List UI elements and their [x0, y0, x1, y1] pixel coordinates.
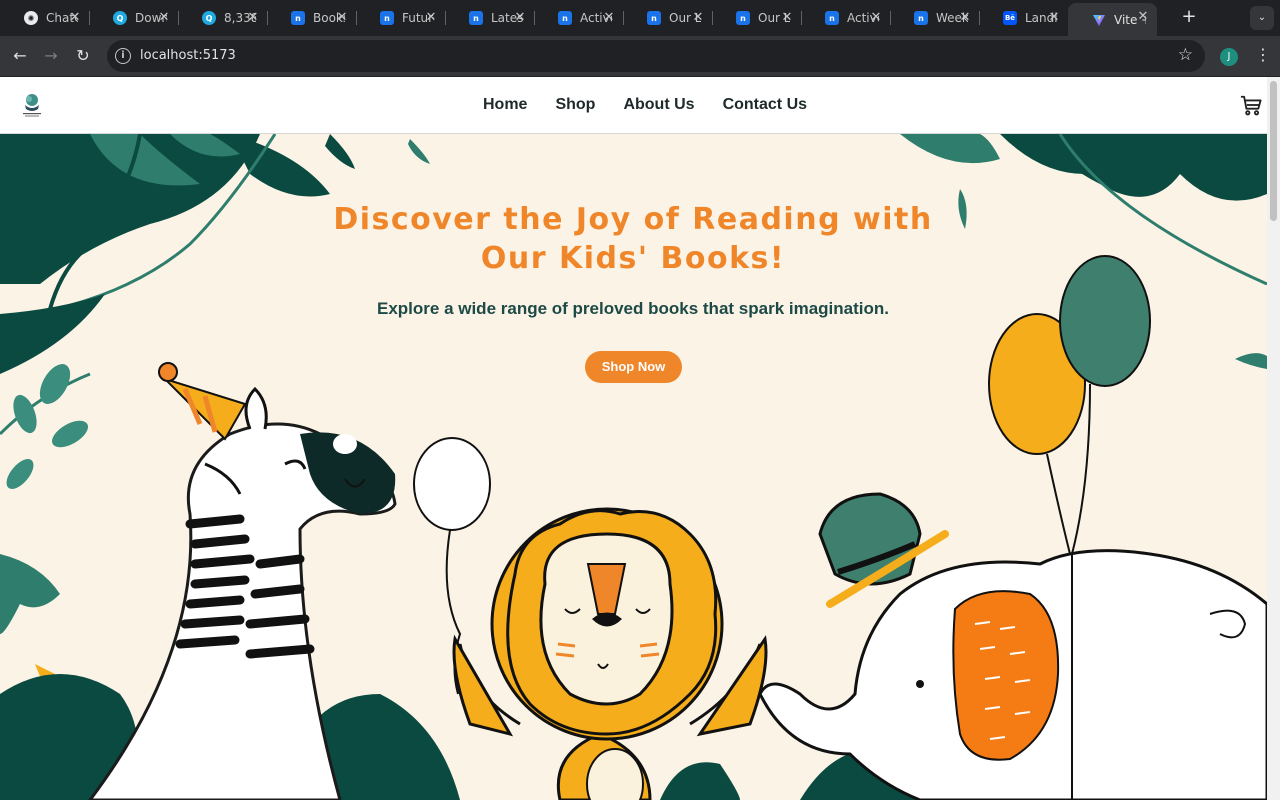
- chatgpt-icon: ✺: [24, 11, 38, 25]
- close-tab-icon[interactable]: ✕: [1135, 9, 1151, 25]
- left-leaf-branch: [0, 364, 138, 800]
- nav-home[interactable]: Home: [483, 96, 527, 114]
- notion-icon: n: [736, 11, 750, 25]
- vite-icon: [1092, 13, 1106, 27]
- shop-now-button[interactable]: Shop Now: [585, 351, 682, 383]
- close-tab-icon[interactable]: ✕: [601, 10, 617, 26]
- site-header: Home Shop About Us Contact Us: [0, 77, 1267, 134]
- white-balloon: [413, 437, 491, 695]
- lion-illustration: [452, 507, 768, 800]
- notion-icon: n: [914, 11, 928, 25]
- forward-button[interactable]: →: [39, 44, 63, 68]
- hero-section: Discover the Joy of Reading with Our Kid…: [0, 134, 1267, 800]
- search-icon: Q: [202, 11, 216, 25]
- notion-icon: n: [469, 11, 483, 25]
- browser-tab-8[interactable]: n Our L ✕: [712, 4, 802, 32]
- close-tab-icon[interactable]: ✕: [334, 10, 350, 26]
- close-tab-icon[interactable]: ✕: [512, 10, 528, 26]
- browser-tab-9[interactable]: nActive✕: [801, 4, 891, 32]
- elephant-illustration: [758, 492, 1267, 800]
- browser-tab-12[interactable]: Vite + React✕: [1068, 3, 1157, 36]
- browser-tab-3[interactable]: nBooks✕: [267, 4, 357, 32]
- browser-menu-icon[interactable]: ⋮: [1255, 45, 1271, 64]
- back-button[interactable]: ←: [8, 44, 32, 68]
- bookmark-star-icon[interactable]: ☆: [1178, 45, 1193, 65]
- browser-tab-5[interactable]: nLatest✕: [445, 4, 535, 32]
- new-tab-button[interactable]: +: [1178, 6, 1200, 28]
- profile-avatar[interactable]: J: [1220, 48, 1238, 66]
- reload-button[interactable]: ↻: [71, 44, 95, 68]
- browser-tab-1[interactable]: QDownload✕: [89, 4, 179, 32]
- notion-icon: n: [825, 11, 839, 25]
- browser-tab-7[interactable]: n Our L ✕: [623, 4, 713, 32]
- browser-tab-10[interactable]: n Week ✕: [890, 4, 980, 32]
- tab-search-button[interactable]: ⌄: [1250, 6, 1274, 30]
- close-tab-icon[interactable]: ✕: [690, 10, 706, 26]
- url-text: localhost:5173: [140, 48, 236, 63]
- browser-tab-2[interactable]: Q 8,338 ✕: [178, 4, 268, 32]
- close-tab-icon[interactable]: ✕: [957, 10, 973, 26]
- scrollbar-thumb[interactable]: [1270, 81, 1277, 221]
- site-logo[interactable]: [20, 91, 44, 119]
- hero-title-line2: Our Kids' Books!: [480, 241, 786, 276]
- address-bar[interactable]: i localhost:5173 ☆: [107, 40, 1205, 72]
- browser-tab-6[interactable]: nActive✕: [534, 4, 624, 32]
- browser-tab-0[interactable]: ✺ChatGPT✕: [0, 4, 90, 32]
- nav-about-us[interactable]: About Us: [623, 96, 694, 114]
- hero-title: Discover the Joy of Reading with Our Kid…: [283, 200, 983, 278]
- browser-tab-4[interactable]: nFuture✕: [356, 4, 446, 32]
- browser-tabstrip: ✺ChatGPT✕QDownload✕Q8,338✕nBooks✕nFuture…: [0, 0, 1280, 36]
- main-nav: Home Shop About Us Contact Us: [483, 96, 835, 114]
- behance-icon: Bē: [1003, 11, 1017, 25]
- close-tab-icon[interactable]: ✕: [423, 10, 439, 26]
- close-tab-icon[interactable]: ✕: [868, 10, 884, 26]
- notion-icon: n: [380, 11, 394, 25]
- nav-contact-us[interactable]: Contact Us: [723, 96, 807, 114]
- close-tab-icon[interactable]: ✕: [245, 10, 261, 26]
- hero-title-line1: Discover the Joy of Reading with: [333, 202, 933, 237]
- site-info-icon[interactable]: i: [115, 48, 131, 64]
- web-page: Home Shop About Us Contact Us Discover t…: [0, 77, 1267, 800]
- close-tab-icon[interactable]: ✕: [779, 10, 795, 26]
- nav-shop[interactable]: Shop: [555, 96, 595, 114]
- browser-tab-11[interactable]: BēLanding✕: [979, 4, 1068, 32]
- close-tab-icon[interactable]: ✕: [1046, 10, 1062, 26]
- notion-icon: n: [647, 11, 661, 25]
- browser-toolbar: ← → ↻ i localhost:5173 ☆: [0, 36, 1280, 76]
- notion-icon: n: [558, 11, 572, 25]
- cart-icon[interactable]: [1240, 94, 1262, 116]
- page-scrollbar[interactable]: [1267, 77, 1280, 800]
- notion-icon: n: [291, 11, 305, 25]
- hero-subtitle: Explore a wide range of preloved books t…: [376, 299, 889, 318]
- close-tab-icon[interactable]: ✕: [67, 10, 83, 26]
- search-icon: Q: [113, 11, 127, 25]
- close-tab-icon[interactable]: ✕: [156, 10, 172, 26]
